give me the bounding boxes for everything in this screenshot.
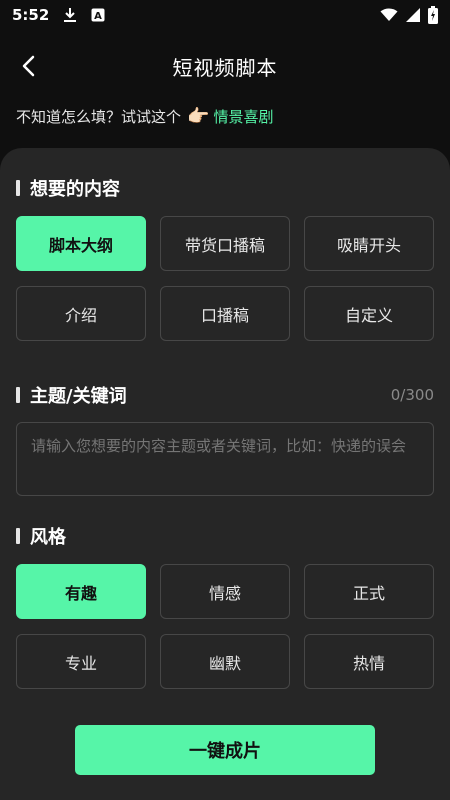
font-a-icon: A <box>91 8 105 22</box>
signal-icon <box>406 8 420 22</box>
style-option-passionate[interactable]: 热情 <box>304 634 434 689</box>
top-bar: 短视频脚本 <box>0 38 450 94</box>
topic-input[interactable] <box>16 422 434 496</box>
page-title: 短视频脚本 <box>172 55 278 80</box>
style-option-fun[interactable]: 有趣 <box>16 564 146 619</box>
section-marker <box>16 387 20 403</box>
style-options: 有趣 情感 正式 专业 幽默 热情 <box>16 564 434 689</box>
generate-button[interactable]: 一键成片 <box>75 725 375 775</box>
pointing-hand-icon: 👉🏻 <box>187 105 210 127</box>
char-counter: 0/300 <box>390 386 434 404</box>
style-option-humorous[interactable]: 幽默 <box>160 634 290 689</box>
wifi-icon <box>380 8 398 22</box>
style-option-professional[interactable]: 专业 <box>16 634 146 689</box>
style-option-formal[interactable]: 正式 <box>304 564 434 619</box>
content-section-label: 想要的内容 <box>30 179 120 200</box>
style-option-emotional[interactable]: 情感 <box>160 564 290 619</box>
content-section-title: 想要的内容 <box>16 175 120 201</box>
hint-row: 不知道怎么填？试试这个 👉🏻 情景喜剧 <box>16 102 273 130</box>
battery-charging-icon <box>428 6 438 24</box>
status-left: 5:52 A <box>12 6 105 24</box>
form-panel: 想要的内容 脚本大纲 带货口播稿 吸睛开头 介绍 口播稿 自定义 主题/关键词 … <box>0 148 450 800</box>
content-option-voiceover[interactable]: 口播稿 <box>160 286 290 341</box>
back-button[interactable] <box>12 50 44 82</box>
content-option-outline[interactable]: 脚本大纲 <box>16 216 146 271</box>
content-option-intro[interactable]: 介绍 <box>16 286 146 341</box>
style-section-label: 风格 <box>30 527 66 548</box>
hint-text: 不知道怎么填？试试这个 <box>16 107 182 126</box>
content-options: 脚本大纲 带货口播稿 吸睛开头 介绍 口播稿 自定义 <box>16 216 434 341</box>
style-section-title: 风格 <box>16 523 66 549</box>
svg-text:A: A <box>94 11 102 22</box>
content-option-sales-script[interactable]: 带货口播稿 <box>160 216 290 271</box>
content-option-hook[interactable]: 吸睛开头 <box>304 216 434 271</box>
topic-section-label: 主题/关键词 <box>30 386 127 407</box>
status-bar: 5:52 A <box>0 0 450 30</box>
example-link[interactable]: 情景喜剧 <box>213 106 273 127</box>
download-icon <box>63 7 77 23</box>
status-time: 5:52 <box>12 6 50 24</box>
section-marker <box>16 180 20 196</box>
status-right <box>380 6 438 24</box>
topic-section-title: 主题/关键词 <box>16 382 127 408</box>
content-option-custom[interactable]: 自定义 <box>304 286 434 341</box>
chevron-left-icon <box>22 55 35 77</box>
section-marker <box>16 528 20 544</box>
